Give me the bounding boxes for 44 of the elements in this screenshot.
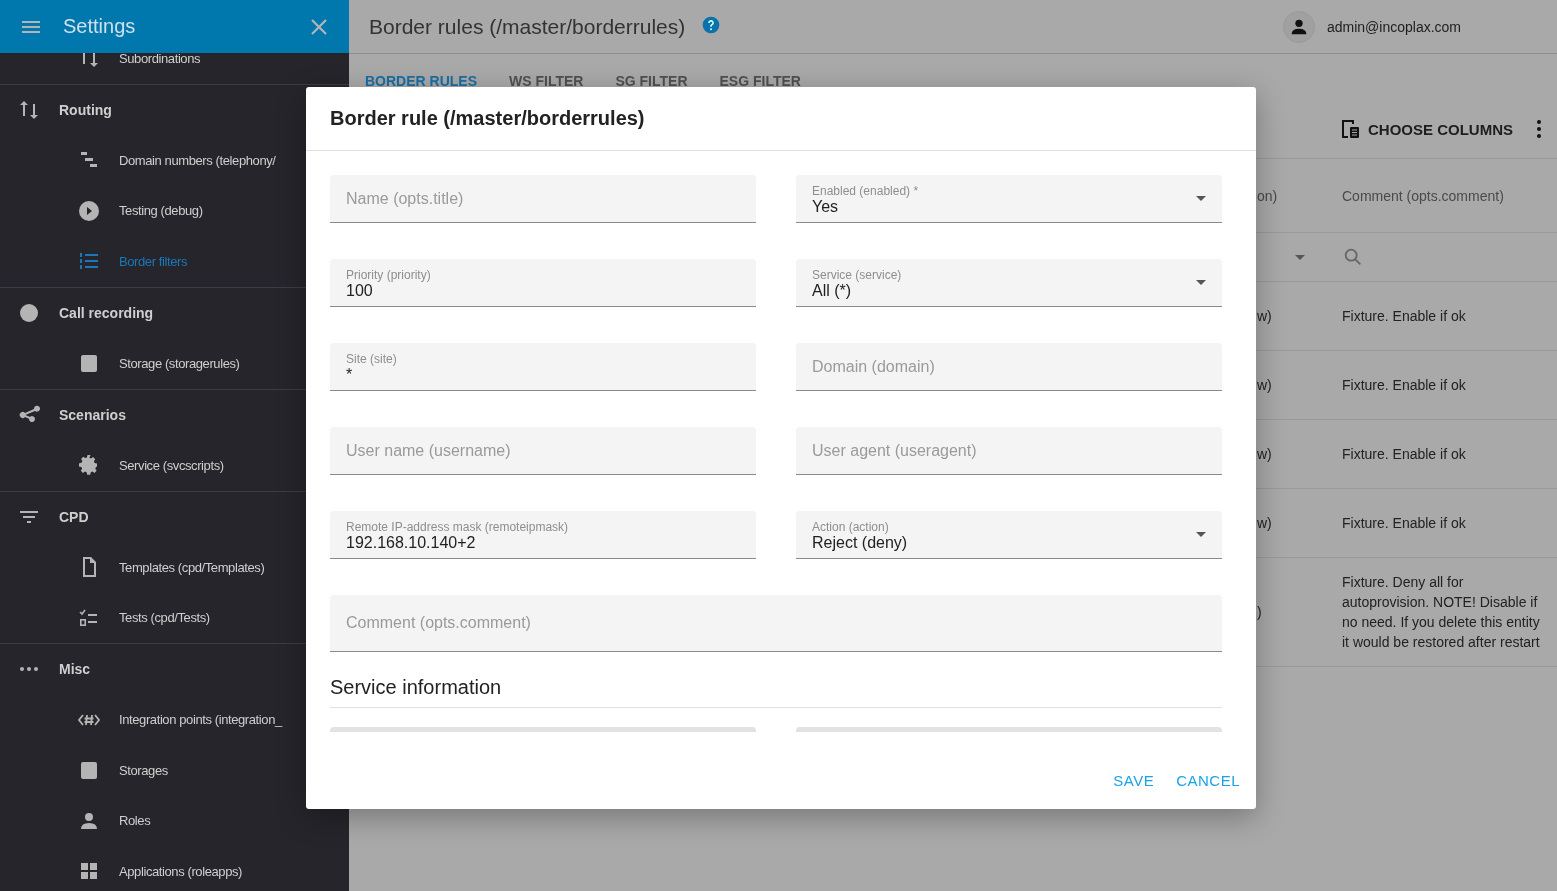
select-field[interactable]: Service (service) All (*) xyxy=(796,259,1222,307)
avatar-icon[interactable] xyxy=(1282,10,1315,43)
input-field[interactable]: Site (site) * xyxy=(330,343,756,391)
table-cell-text: w) xyxy=(1257,307,1272,326)
table-cell-text: ) xyxy=(1257,603,1262,622)
input-field[interactable]: Remote IP-address mask (remoteipmask) 192.168.10.140+2 xyxy=(330,511,756,559)
help-icon xyxy=(701,14,722,35)
sidebar-item[interactable]: Applications (roleapps) xyxy=(0,846,349,891)
section-title: Scenarios xyxy=(59,406,126,423)
caret-icon xyxy=(1196,532,1206,537)
table-cell-text: w) xyxy=(1257,445,1272,464)
section-title: Misc xyxy=(59,661,91,678)
dots-icon xyxy=(17,667,41,672)
column-header: Comment (opts.comment) xyxy=(1342,186,1504,206)
more-icon xyxy=(1537,120,1541,138)
section-title: Routing xyxy=(59,101,112,118)
section-title: CPD xyxy=(59,508,89,525)
section-heading: Service information xyxy=(330,676,1222,708)
table-cell-text: w) xyxy=(1257,514,1272,533)
caret-icon xyxy=(1196,196,1206,201)
select-field[interactable]: Enabled (enabled) * Yes xyxy=(796,175,1222,223)
more-button[interactable] xyxy=(1537,120,1541,138)
caret-icon xyxy=(1294,254,1305,260)
user-email: admin@incoplax.com xyxy=(1326,18,1461,35)
page-title: Border rules (/master/borderrules) xyxy=(369,14,686,39)
select-field[interactable]: Action (action) Reject (deny) xyxy=(796,511,1222,559)
table-cell-text: Fixture. Enable if ok xyxy=(1342,445,1466,464)
play-icon xyxy=(77,198,101,223)
sidebar-item[interactable]: Subordinations xyxy=(0,53,349,84)
input-field[interactable]: Priority (priority) 100 xyxy=(330,259,756,307)
table-cell-text: w) xyxy=(1257,376,1272,395)
caret-icon xyxy=(1196,280,1206,285)
table-cell-text: Fixture. Enable if ok xyxy=(1342,376,1466,395)
table-cell-text: Fixture. Enable if ok xyxy=(1342,514,1466,533)
sidebar-title: Settings xyxy=(63,15,137,38)
table-cell-text: Fixture. Enable if ok xyxy=(1342,307,1466,326)
sidebar-item[interactable]: Roles xyxy=(0,795,349,846)
section-title: Call recording xyxy=(59,304,154,321)
column-header: on) xyxy=(1257,186,1278,206)
dialog-title: Border rule (/master/borderrules) xyxy=(330,107,645,130)
sidebar-item[interactable]: Storages xyxy=(0,745,349,796)
choose-columns-button[interactable]: CHOOSE COLUMNS xyxy=(1338,117,1513,141)
search-icon xyxy=(1342,246,1364,268)
table-cell-text: Fixture. Deny all for autoprovision. NOTE! Disable if no need. If you delete this entity it would be restored after restart xyxy=(1342,573,1541,652)
